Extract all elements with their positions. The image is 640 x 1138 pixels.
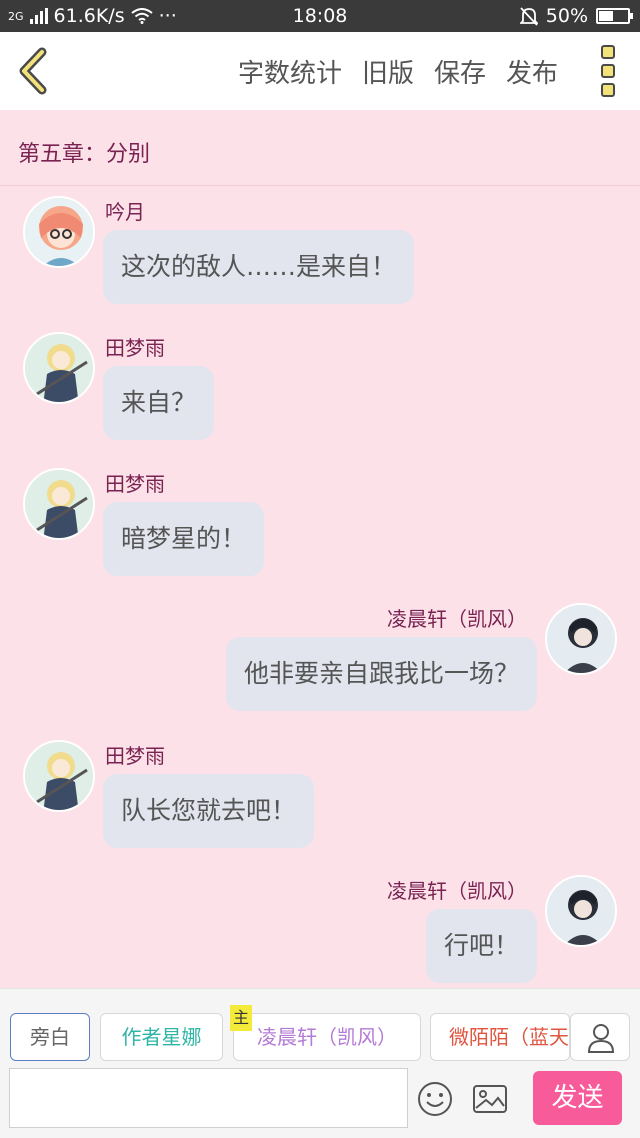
old-version-button[interactable]: 旧版	[362, 53, 414, 90]
composer: 旁白 作者星娜 凌晨轩（凯风） 主 微陌陌（蓝天 发送	[0, 988, 640, 1138]
role-selector: 旁白 作者星娜 凌晨轩（凯风） 主 微陌陌（蓝天	[0, 1005, 640, 1063]
main-role-badge: 主	[230, 1005, 252, 1031]
smiley-icon	[418, 1082, 452, 1116]
publish-button[interactable]: 发布	[506, 53, 558, 90]
blonde-girl-avatar[interactable]	[23, 468, 95, 540]
message-input[interactable]	[9, 1068, 408, 1128]
message-bubble[interactable]: 队长您就去吧！	[103, 774, 315, 848]
bell-mute-icon	[519, 7, 538, 26]
sender-name: 田梦雨	[105, 336, 165, 360]
message-bubble[interactable]: 这次的敌人……是来自！	[103, 230, 415, 304]
emoji-button[interactable]	[416, 1080, 454, 1118]
chapter-header[interactable]: 第五章：分别	[0, 110, 640, 186]
top-toolbar: 字数统计 旧版 保存 发布	[0, 32, 640, 110]
send-button[interactable]: 发送	[533, 1071, 622, 1125]
sender-name: 凌晨轩（凯风）	[387, 607, 527, 631]
sender-name: 田梦雨	[105, 472, 165, 496]
image-icon	[473, 1085, 507, 1113]
chapter-title: 第五章：分别	[18, 142, 151, 167]
dark-hair-boy-avatar[interactable]	[545, 603, 617, 675]
message-bubble[interactable]: 行吧！	[425, 909, 537, 983]
blonde-girl-avatar[interactable]	[23, 332, 95, 404]
image-button[interactable]	[470, 1080, 510, 1118]
save-button[interactable]: 保存	[434, 53, 486, 90]
role-author[interactable]: 作者星娜	[100, 1013, 223, 1061]
sender-name: 田梦雨	[105, 744, 165, 768]
blonde-girl-avatar[interactable]	[23, 740, 95, 812]
role-wei-momo[interactable]: 微陌陌（蓝天	[430, 1013, 570, 1061]
back-button[interactable]	[12, 46, 56, 96]
sender-name: 凌晨轩（凯风）	[387, 879, 527, 903]
role-ling-chenxuan[interactable]: 凌晨轩（凯风）	[233, 1013, 421, 1061]
sender-name: 吟月	[105, 200, 145, 224]
message-bubble[interactable]: 来自？	[103, 366, 215, 440]
add-role-button[interactable]	[570, 1013, 630, 1061]
message-bubble[interactable]: 他非要亲自跟我比一场？	[225, 637, 537, 711]
chevron-left-icon	[19, 47, 47, 95]
orange-hair-girl-avatar[interactable]	[23, 196, 95, 268]
person-icon	[587, 1024, 615, 1053]
message-bubble[interactable]: 暗梦星的！	[103, 502, 265, 576]
dark-hair-boy-avatar[interactable]	[545, 875, 617, 947]
battery-icon	[596, 8, 633, 24]
more-vertical-icon[interactable]	[598, 45, 618, 97]
battery-percent: 50%	[545, 5, 588, 27]
word-count-button[interactable]: 字数统计	[238, 53, 342, 90]
chat-area[interactable]: 吟月 这次的敌人……是来自！ 田梦雨 来自？ 田梦雨 暗梦星的！ 凌晨轩（凯风）…	[0, 186, 640, 988]
role-narrator[interactable]: 旁白	[10, 1013, 90, 1061]
status-bar: 2G 61.6K/s ··· 18:08 50%	[0, 0, 640, 32]
